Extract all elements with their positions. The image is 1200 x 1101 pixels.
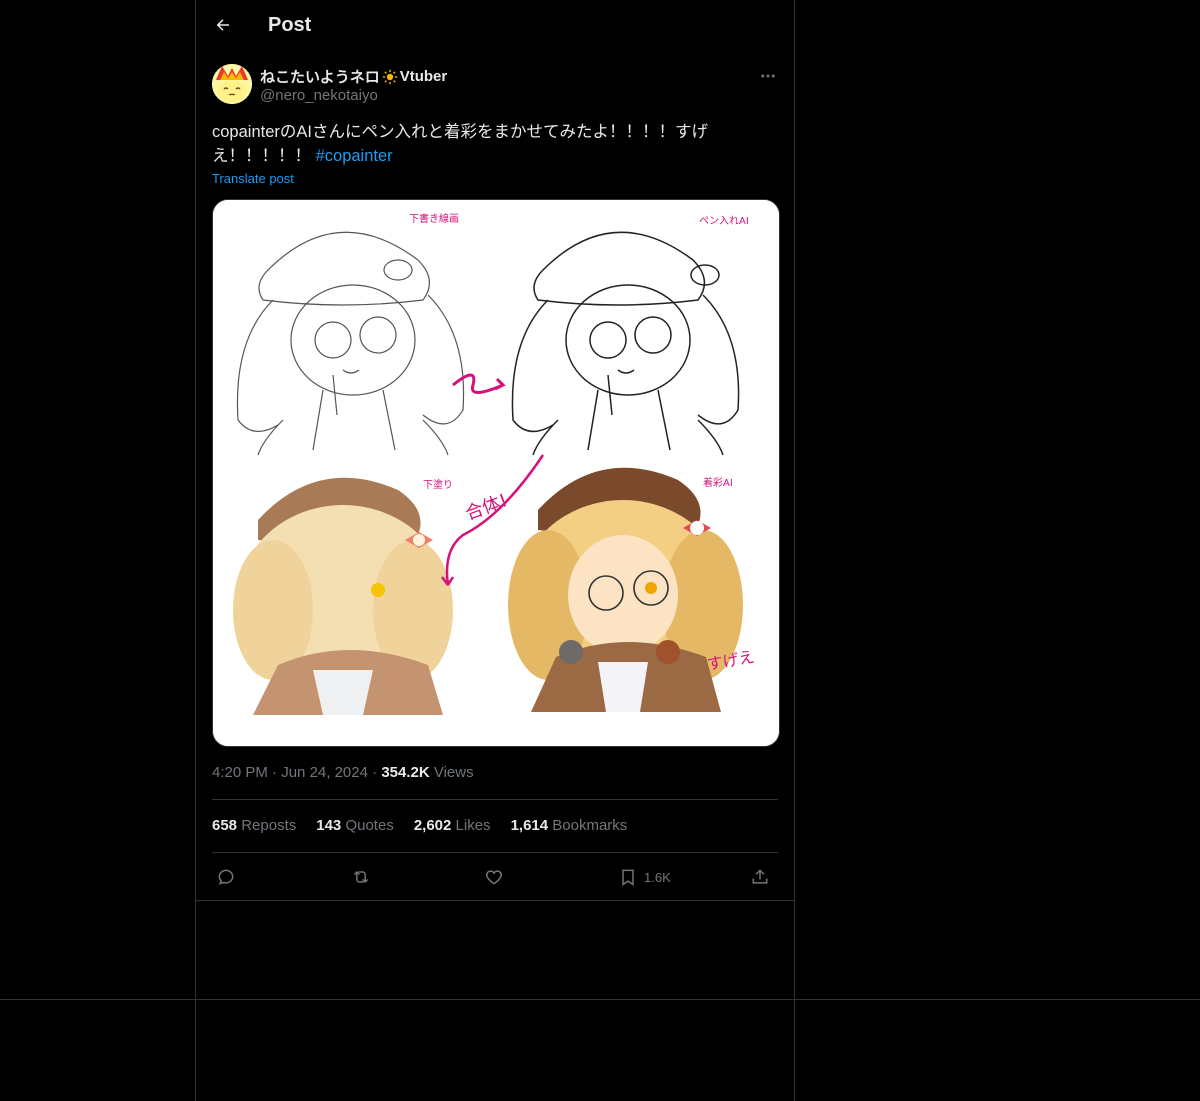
post-text: copainterのAIさんにペン入れと着彩をまかせてみたよ！！！！すげえ！！！… [212,120,742,168]
share-icon [752,869,768,884]
repost-icon [353,870,369,884]
repost-button[interactable] [350,860,372,894]
divider [212,852,778,853]
meta-separator: · [372,764,382,781]
stat-quotes[interactable]: 143 Quotes [316,817,394,834]
like-icon [485,870,503,885]
panel-label-colored: 着彩AI [703,476,733,489]
author-handle[interactable]: @nero_nekotaiyo [260,87,378,104]
stat-likes[interactable]: 2,602 Likes [414,817,491,834]
sun-icon [382,69,397,84]
share-button[interactable] [750,860,770,894]
bookmark-icon [622,869,634,886]
action-bar: 1.6K [212,860,778,894]
page-title: Post [268,14,312,36]
more-icon [761,74,775,78]
reply-icon [218,869,234,885]
more-button[interactable] [756,64,780,88]
main-column: Post ねこたいようネロ Vtuber @nero_nekotaiyo cop… [195,0,795,1101]
post-meta: 4:20 PM · Jun 24, 2024 · 354.2K Views [212,764,474,781]
post-time[interactable]: 4:20 PM [212,764,268,781]
post-date[interactable]: Jun 24, 2024 [281,764,368,781]
author-name-suffix: Vtuber [399,68,448,85]
panel-label-flat: 下塗り [423,478,453,491]
post-header: Post [196,0,794,53]
stat-reposts[interactable]: 658 Reposts [212,817,296,834]
divider [196,900,794,901]
post-image-artwork: 下書き線画 ペン入れAI 下塗り 着彩AI 合体! すげえ [213,200,779,746]
bookmark-count: 1.6K [644,869,671,885]
panel-label-lineart: ペン入れAI [699,215,749,227]
avatar[interactable] [212,64,252,104]
author-name[interactable]: ねこたいようネロ Vtuber [260,66,447,87]
translate-post-link[interactable]: Translate post [212,171,294,186]
divider [212,799,778,800]
back-button[interactable] [206,8,240,42]
hashtag-link[interactable]: #copainter [316,147,393,165]
bookmark-button[interactable]: 1.6K [618,860,671,894]
author-name-text: ねこたいようネロ [260,69,380,86]
post-stats: 658 Reposts 143 Quotes 2,602 Likes 1,614… [212,817,627,834]
views-label: Views [433,764,474,781]
panel-label-sketch: 下書き線画 [409,212,459,225]
stat-bookmarks[interactable]: 1,614 Bookmarks [511,817,628,834]
meta-separator: · [272,764,282,781]
back-arrow-icon [216,19,229,31]
like-button[interactable] [484,860,504,894]
post-body: copainterのAIさんにペン入れと着彩をまかせてみたよ！！！！すげえ！！！… [212,123,708,165]
reply-button[interactable] [216,860,236,894]
post-image[interactable]: 下書き線画 ペン入れAI 下塗り 着彩AI 合体! すげえ [212,199,780,747]
app-page: Post ねこたいようネロ Vtuber @nero_nekotaiyo cop… [0,0,1200,1101]
views-count: 354.2K [381,764,430,781]
